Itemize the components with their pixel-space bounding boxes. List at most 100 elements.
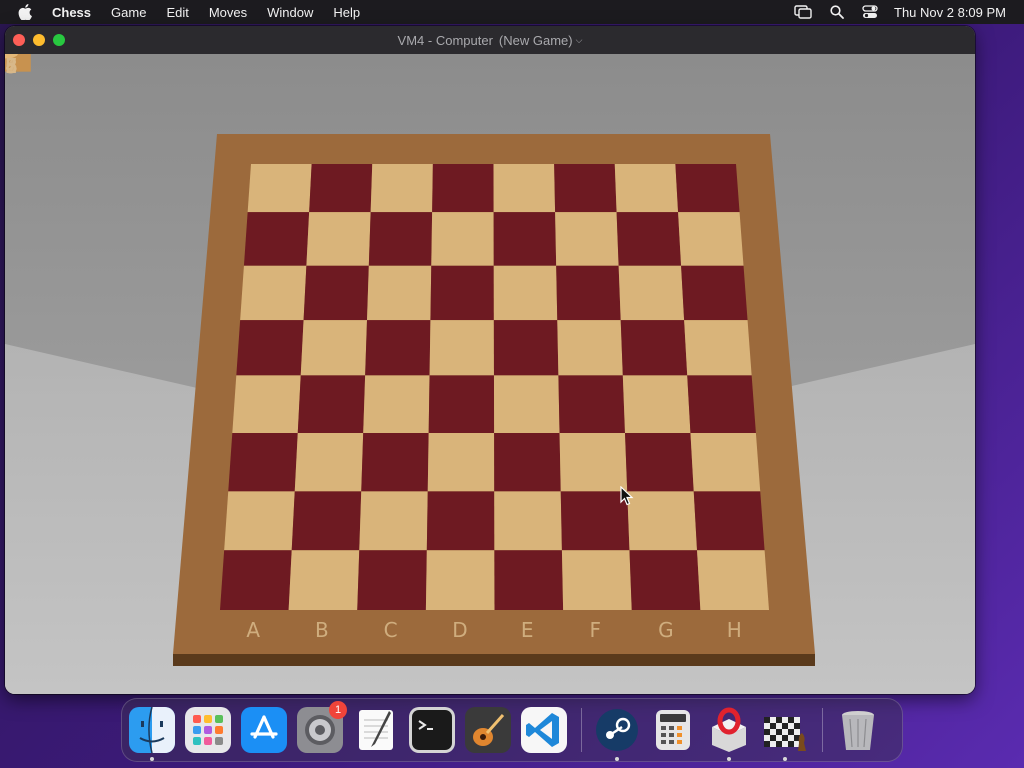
square-d4[interactable]	[428, 375, 495, 433]
window-document-name[interactable]: (New Game)	[499, 33, 573, 48]
square-c7[interactable]	[368, 212, 433, 266]
square-b4[interactable]	[297, 375, 366, 433]
dock-system-settings[interactable]: 1	[297, 701, 347, 753]
square-a6[interactable]	[240, 265, 307, 321]
square-b6[interactable]	[303, 265, 369, 321]
square-d2[interactable]	[426, 491, 495, 551]
square-d8[interactable]	[432, 164, 494, 213]
square-f3[interactable]	[559, 432, 628, 492]
square-e7[interactable]	[493, 212, 557, 266]
square-g2[interactable]	[627, 491, 698, 551]
square-g1[interactable]	[629, 550, 701, 610]
menu-edit[interactable]: Edit	[166, 5, 188, 20]
square-d1[interactable]	[425, 550, 495, 610]
menu-bar: Chess Game Edit Moves Window Help Thu No…	[0, 0, 1024, 24]
square-c4[interactable]	[363, 375, 430, 433]
dock-trash[interactable]	[835, 707, 881, 753]
close-window-button[interactable]	[13, 34, 25, 46]
square-d6[interactable]	[430, 265, 494, 321]
square-c1[interactable]	[357, 550, 427, 610]
square-b5[interactable]	[300, 320, 367, 376]
square-g4[interactable]	[622, 375, 691, 433]
square-f5[interactable]	[557, 320, 623, 376]
square-a2[interactable]	[224, 491, 295, 551]
chess-3d-view[interactable]: 87654321ABCDEFGH	[5, 54, 975, 694]
square-d5[interactable]	[429, 320, 494, 376]
dock-opera-installer[interactable]	[706, 707, 752, 761]
square-b7[interactable]	[306, 212, 371, 266]
chess-board[interactable]	[5, 54, 975, 694]
dock-finder[interactable]	[129, 707, 175, 761]
square-f7[interactable]	[555, 212, 619, 266]
square-a8[interactable]	[247, 164, 312, 213]
dock-calculator[interactable]	[650, 707, 696, 753]
search-icon[interactable]	[830, 5, 844, 19]
square-b1[interactable]	[288, 550, 360, 610]
menu-game[interactable]: Game	[111, 5, 146, 20]
dock-textedit[interactable]	[353, 707, 399, 753]
square-e3[interactable]	[494, 432, 561, 492]
square-a4[interactable]	[232, 375, 301, 433]
square-a5[interactable]	[236, 320, 304, 376]
square-c8[interactable]	[370, 164, 433, 213]
square-h7[interactable]	[678, 212, 744, 266]
menu-clock[interactable]: Thu Nov 2 8:09 PM	[894, 5, 1006, 20]
apple-menu-icon[interactable]	[18, 4, 36, 20]
rank-label-1: 1	[5, 54, 18, 78]
square-h1[interactable]	[697, 550, 769, 610]
square-g7[interactable]	[616, 212, 682, 266]
square-c2[interactable]	[359, 491, 428, 551]
square-f6[interactable]	[556, 265, 621, 321]
dock: 1	[121, 698, 903, 762]
square-h5[interactable]	[684, 320, 752, 376]
screen-mirroring-icon[interactable]	[794, 5, 812, 19]
square-c3[interactable]	[361, 432, 429, 492]
square-e6[interactable]	[493, 265, 558, 321]
square-f8[interactable]	[554, 164, 617, 213]
square-g5[interactable]	[620, 320, 688, 376]
square-d7[interactable]	[431, 212, 494, 266]
control-center-icon[interactable]	[862, 5, 878, 19]
square-b2[interactable]	[291, 491, 362, 551]
dock-steam[interactable]	[594, 707, 640, 761]
menu-window[interactable]: Window	[267, 5, 313, 20]
square-h6[interactable]	[681, 265, 748, 321]
file-label-b: B	[314, 618, 329, 642]
square-g6[interactable]	[618, 265, 685, 321]
dock-app-store[interactable]	[241, 707, 287, 753]
square-g8[interactable]	[614, 164, 679, 213]
square-h8[interactable]	[675, 164, 740, 213]
dock-garageband[interactable]	[465, 707, 511, 753]
square-h3[interactable]	[690, 432, 761, 492]
square-e2[interactable]	[494, 491, 562, 551]
square-b3[interactable]	[294, 432, 364, 492]
square-b8[interactable]	[309, 164, 373, 213]
chevron-down-icon[interactable]: ⌵	[576, 35, 583, 46]
minimize-window-button[interactable]	[33, 34, 45, 46]
square-e5[interactable]	[493, 320, 559, 376]
menu-moves[interactable]: Moves	[209, 5, 247, 20]
menu-app-chess[interactable]: Chess	[52, 5, 91, 20]
guitar-icon	[465, 707, 511, 753]
square-e4[interactable]	[493, 375, 560, 433]
dock-vscode[interactable]	[521, 707, 567, 753]
square-e1[interactable]	[494, 550, 564, 610]
square-h4[interactable]	[687, 375, 756, 433]
square-a7[interactable]	[243, 212, 310, 266]
dock-terminal[interactable]	[409, 707, 455, 753]
square-a3[interactable]	[228, 432, 298, 492]
square-f4[interactable]	[558, 375, 626, 433]
square-d3[interactable]	[427, 432, 495, 492]
square-a1[interactable]	[220, 550, 292, 610]
square-h2[interactable]	[693, 491, 765, 551]
square-c5[interactable]	[365, 320, 431, 376]
square-c6[interactable]	[367, 265, 432, 321]
zoom-window-button[interactable]	[53, 34, 65, 46]
square-g3[interactable]	[625, 432, 694, 492]
dock-launchpad[interactable]	[185, 707, 231, 753]
menu-help[interactable]: Help	[333, 5, 360, 20]
dock-chess[interactable]	[762, 707, 808, 761]
square-f1[interactable]	[561, 550, 632, 610]
title-bar[interactable]: VM4 - Computer (New Game) ⌵	[5, 26, 975, 54]
square-e8[interactable]	[493, 164, 556, 213]
